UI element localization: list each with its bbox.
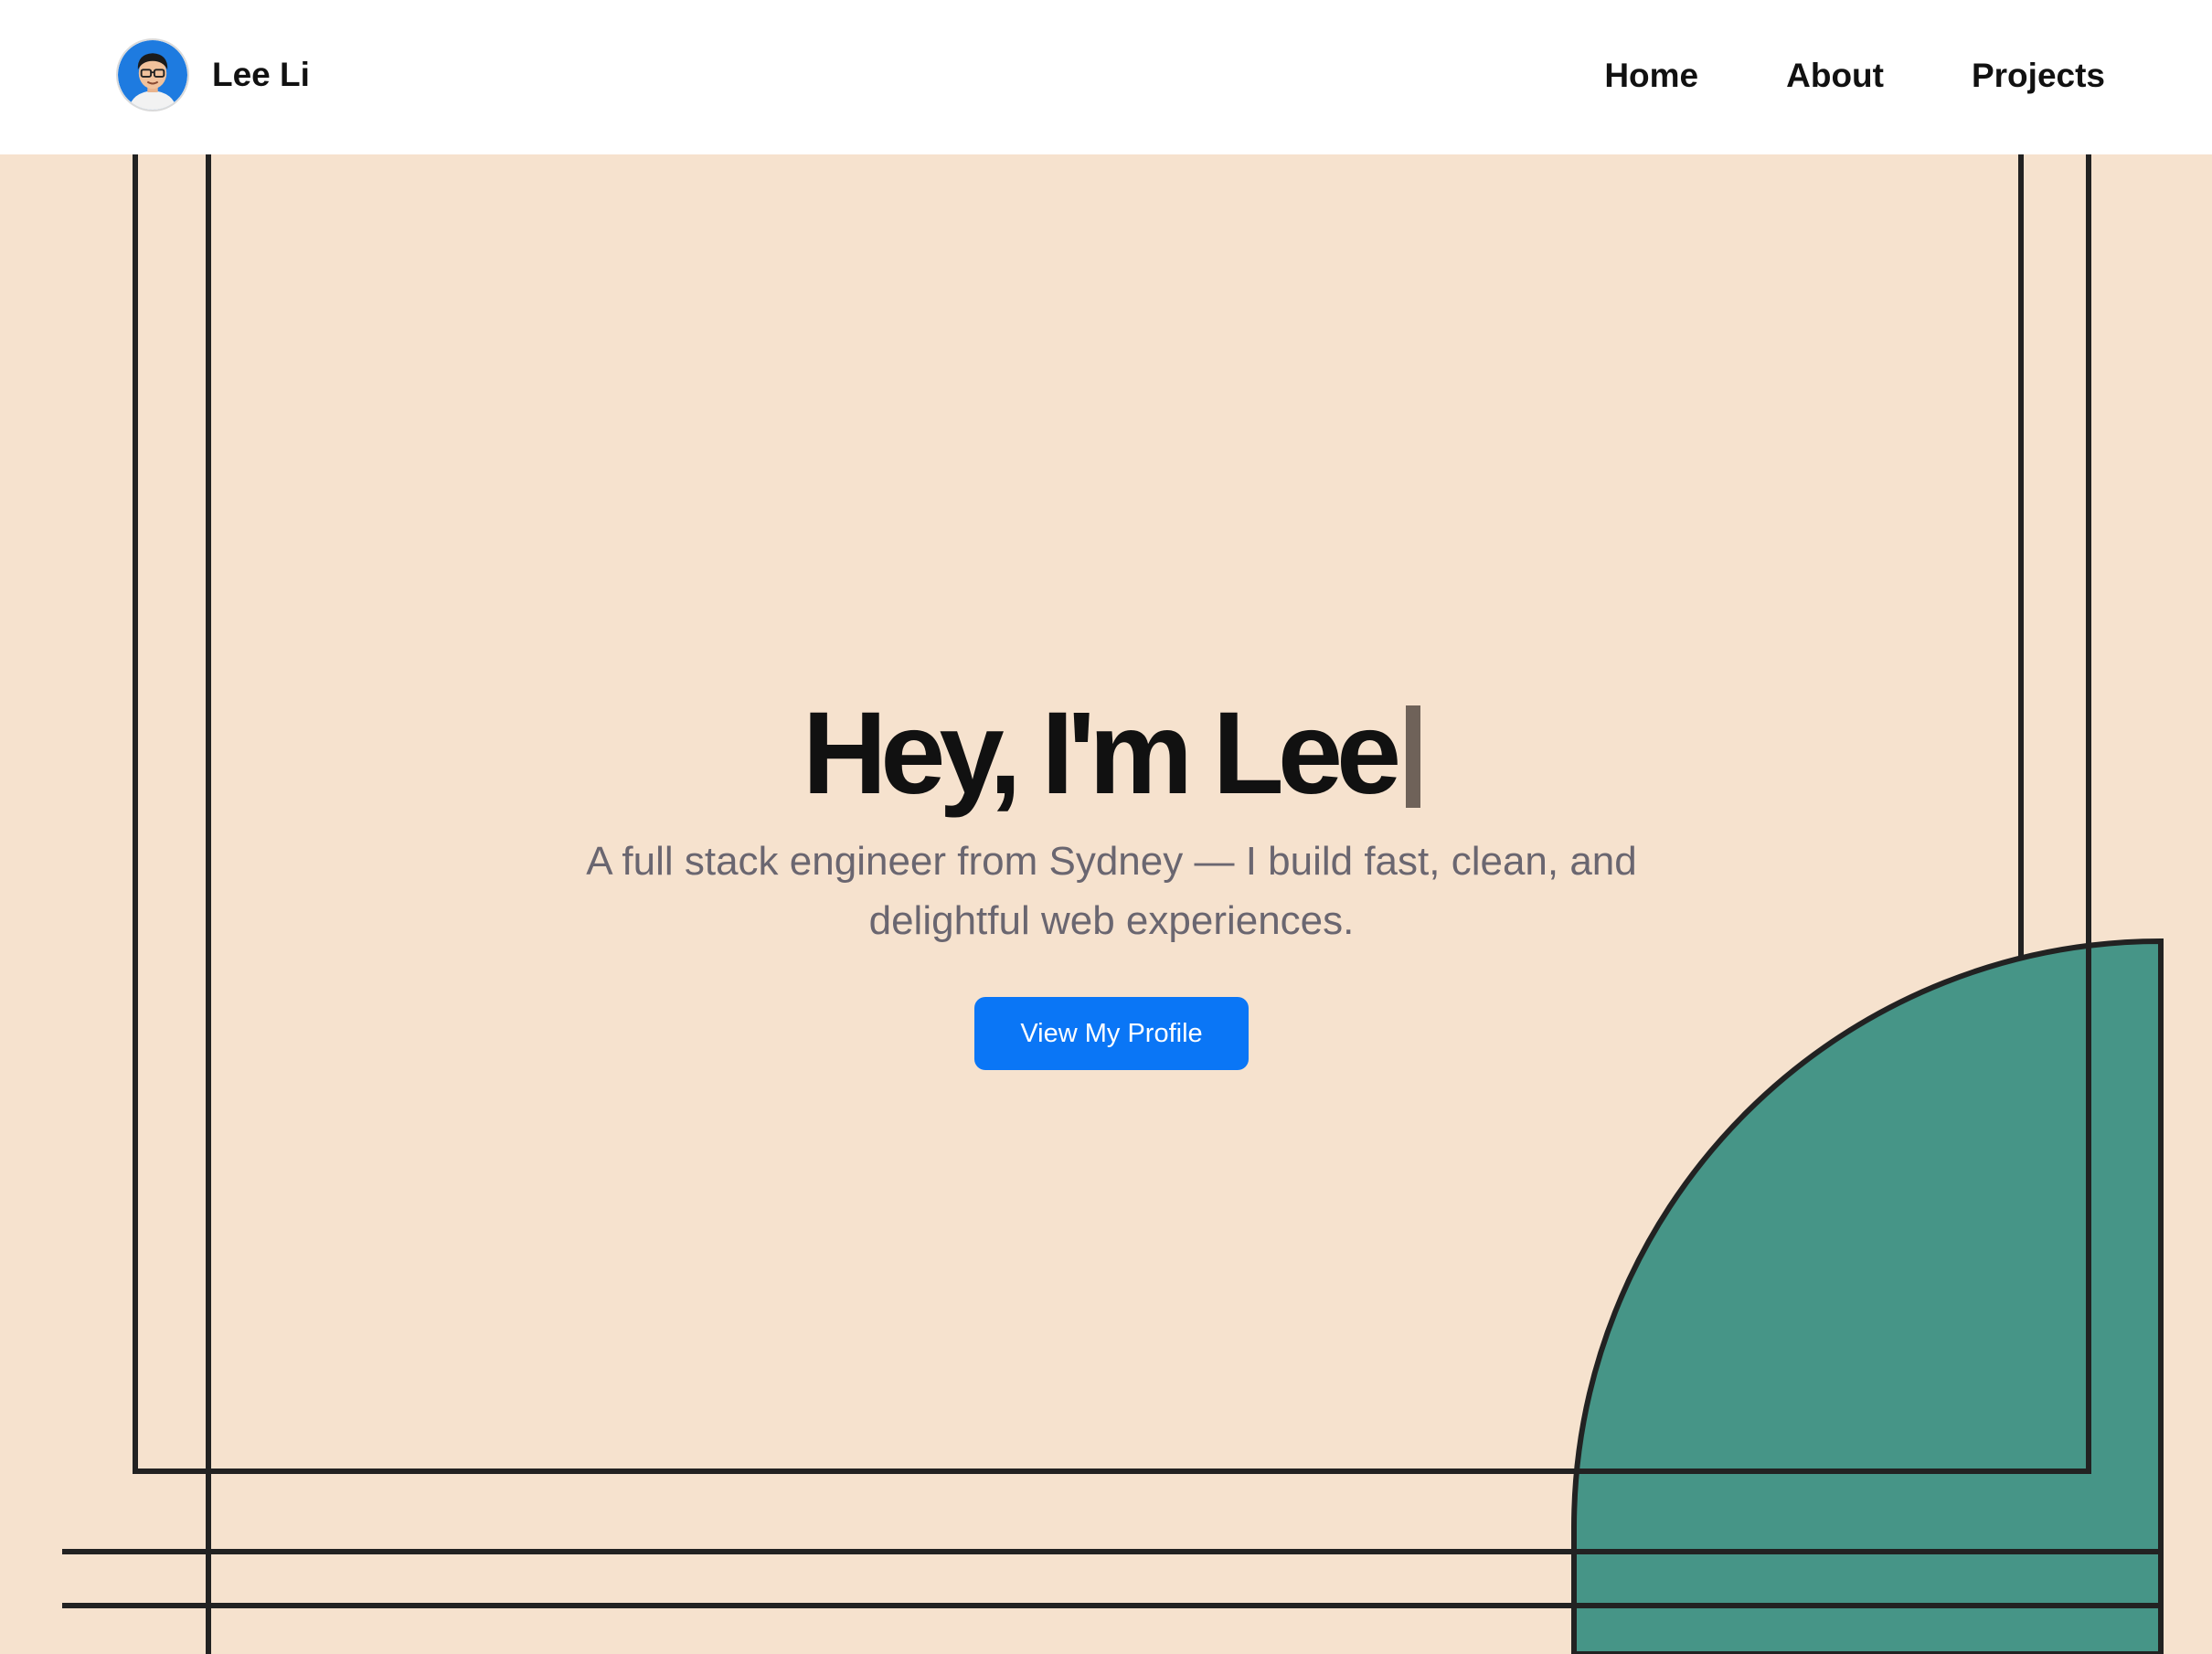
developer-avatar-icon bbox=[116, 38, 189, 111]
site-header: Lee Li Home About Projects bbox=[0, 0, 2212, 154]
hero-title: Hey, I'm Lee bbox=[0, 676, 2212, 832]
brand-link[interactable]: Lee Li bbox=[116, 38, 310, 111]
page: Lee Li Home About Projects Hey, I'm Lee … bbox=[0, 0, 2212, 1654]
hero-subtitle: A full stack engineer from Sydney — I bu… bbox=[586, 839, 1637, 943]
typing-cursor bbox=[1406, 705, 1421, 808]
nav-link-home[interactable]: Home bbox=[1604, 57, 1698, 95]
brand-name: Lee Li bbox=[212, 56, 310, 93]
nav-link-projects[interactable]: Projects bbox=[1972, 57, 2105, 95]
nav-link-about[interactable]: About bbox=[1786, 57, 1884, 95]
view-profile-button[interactable]: View My Profile bbox=[974, 997, 1249, 1070]
hero-section: Hey, I'm Lee A full stack engineer from … bbox=[0, 676, 2212, 1070]
hero-title-text: Hey, I'm Lee bbox=[802, 688, 1401, 819]
main-nav: Home About Projects bbox=[1516, 0, 2105, 151]
